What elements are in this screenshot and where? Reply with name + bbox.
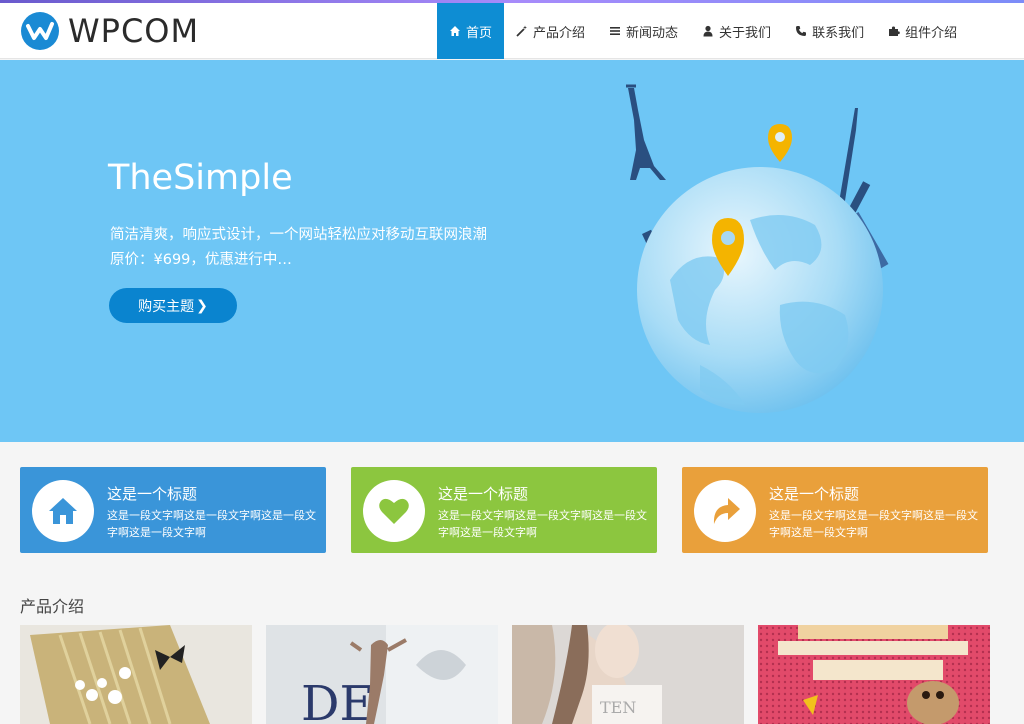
nav-item-components[interactable]: 组件介绍 (876, 3, 969, 59)
chevron-right-icon: ❯ (196, 297, 208, 314)
feature-text: 这是一段文字啊这是一段文字啊这是一段文字啊这是一段文字啊 (438, 509, 647, 539)
feature-title: 这是一个标题 (438, 485, 529, 503)
buy-theme-button[interactable]: 购买主题 ❯ (109, 288, 237, 323)
banner-desc-line: 简洁清爽，响应式设计，一个网站轻松应对移动互联网浪潮 (110, 227, 487, 243)
main-nav: 首页 产品介绍 新闻动态 关于我们 联系我们 组件介绍 (437, 3, 969, 59)
svg-text:DE: DE (301, 676, 375, 724)
heart-icon (379, 498, 409, 524)
product-card[interactable] (758, 625, 990, 724)
nav-item-contact[interactable]: 联系我们 (783, 3, 876, 59)
feature-text: 这是一段文字啊这是一段文字啊这是一段文字啊这是一段文字啊 (769, 509, 978, 539)
nav-label: 关于我们 (719, 25, 772, 41)
product-card[interactable]: DE (266, 625, 498, 724)
site-logo[interactable]: WPCOM (20, 9, 199, 53)
products-section-title: 产品介绍 (20, 597, 85, 616)
feature-title: 这是一个标题 (769, 485, 860, 503)
feature-icon-circle (32, 480, 94, 542)
nav-label: 产品介绍 (533, 25, 586, 41)
feature-box[interactable]: 这是一个标题 这是一段文字啊这是一段文字啊这是一段文字啊这是一段文字啊 (351, 467, 657, 553)
list-icon (609, 25, 621, 37)
feature-box[interactable]: 这是一个标题 这是一段文字啊这是一段文字啊这是一段文字啊这是一段文字啊 (20, 467, 326, 553)
product-card[interactable]: TEN (512, 625, 744, 724)
nav-item-products[interactable]: 产品介绍 (504, 3, 597, 59)
product-image-card (20, 625, 252, 724)
puzzle-icon (888, 25, 900, 37)
banner-desc-line: 原价：¥699，优惠进行中… (110, 252, 292, 268)
user-icon (702, 25, 714, 37)
product-card[interactable] (20, 625, 252, 724)
nav-label: 联系我们 (812, 25, 865, 41)
wand-icon (516, 25, 528, 37)
product-image-model: TEN (512, 625, 744, 724)
feature-boxes: 这是一个标题 这是一段文字啊这是一段文字啊这是一段文字啊这是一段文字啊 这是一个… (20, 467, 988, 553)
phone-icon (795, 25, 807, 37)
banner-description: 简洁清爽，响应式设计，一个网站轻松应对移动互联网浪潮 原价：¥699，优惠进行中… (110, 223, 487, 273)
feature-icon-circle (363, 480, 425, 542)
share-arrow-icon (713, 498, 740, 524)
wpcom-logo-icon (21, 12, 59, 50)
site-header: WPCOM 首页 产品介绍 新闻动态 关于我们 联系我们 组件介绍 (0, 3, 1024, 59)
nav-item-home[interactable]: 首页 (437, 3, 505, 59)
nav-label: 首页 (466, 25, 493, 41)
product-image-dancer: DE (266, 625, 498, 724)
nav-item-about[interactable]: 关于我们 (690, 3, 783, 59)
buy-button-label: 购买主题 (138, 298, 195, 315)
feature-box[interactable]: 这是一个标题 这是一段文字啊这是一段文字啊这是一段文字啊这是一段文字啊 (682, 467, 988, 553)
hero-banner: TheSimple 简洁清爽，响应式设计，一个网站轻松应对移动互联网浪潮 原价：… (0, 60, 1024, 442)
home-icon (49, 498, 77, 524)
nav-label: 新闻动态 (626, 25, 679, 41)
brand-name: WPCOM (68, 12, 200, 50)
home-icon (449, 25, 461, 37)
svg-text:TEN: TEN (600, 698, 636, 717)
banner-title: TheSimple (108, 158, 293, 198)
feature-icon-circle (694, 480, 756, 542)
feature-title: 这是一个标题 (107, 485, 198, 503)
product-image-poster (758, 625, 990, 724)
feature-text: 这是一段文字啊这是一段文字啊这是一段文字啊这是一段文字啊 (107, 509, 316, 539)
nav-item-news[interactable]: 新闻动态 (597, 3, 690, 59)
globe-illustration (626, 84, 889, 413)
product-grid: DE TEN (20, 625, 990, 724)
nav-label: 组件介绍 (905, 25, 958, 41)
